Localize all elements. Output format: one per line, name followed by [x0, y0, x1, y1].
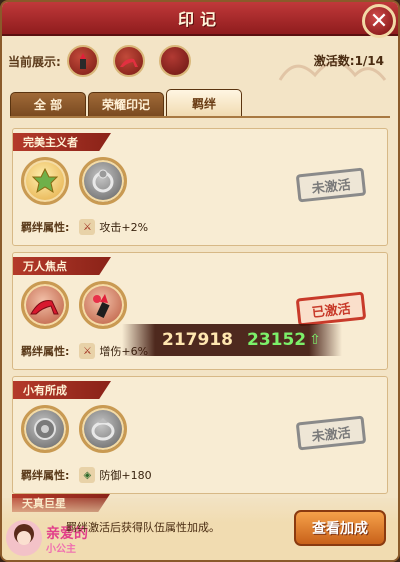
silver-ring-icon — [92, 169, 114, 193]
current-display-label: 当前展示: — [8, 54, 61, 69]
bond-badge[interactable] — [21, 157, 69, 205]
status-stamp: 未激活 — [295, 415, 367, 451]
bond-attribute-label: 羁绊属性: — [21, 221, 70, 234]
tab-glory-imprint[interactable]: 荣耀印记 — [88, 92, 164, 116]
bond-card-title: 完美主义者 — [13, 133, 111, 151]
bond-badge[interactable] — [21, 281, 69, 329]
bond-badge[interactable] — [79, 405, 127, 453]
power-change-toast: 217918 23152 ⇧ — [122, 324, 342, 356]
imprint-panel: 印记 ✕ 当前展示: 激活数:1/14 全 部 荣耀印记 羁绊 完美主义者 未激… — [0, 0, 400, 562]
power-gain: 23152 — [246, 330, 307, 350]
bond-attribute-value: 防御+180 — [99, 469, 152, 482]
view-bonus-button[interactable]: 查看加成 — [294, 510, 386, 546]
close-icon: ✕ — [369, 8, 389, 34]
status-stamp: 未激活 — [295, 167, 367, 203]
emblem-icon — [34, 418, 56, 440]
bond-badge[interactable] — [79, 157, 127, 205]
lipstick-icon — [93, 294, 110, 319]
power-total: 217918 — [162, 330, 233, 350]
shield-icon: ◈ — [79, 467, 96, 483]
high-heel-icon — [119, 58, 138, 67]
title-bar: 印记 — [2, 2, 398, 36]
footer-tip: 羁绊激活后获得队伍属性加成。 — [66, 521, 220, 534]
display-slot-heel[interactable] — [112, 45, 145, 77]
tab-all[interactable]: 全 部 — [10, 92, 86, 116]
bond-attribute-label: 羁绊属性: — [21, 469, 70, 482]
activation-count: 激活数:1/14 — [313, 54, 384, 68]
sword-icon: ⚔ — [79, 343, 96, 359]
bond-badges — [21, 281, 137, 329]
status-stamp: 已激活 — [295, 291, 367, 327]
sword-icon: ⚔ — [79, 219, 96, 235]
gold-medal-icon — [31, 167, 59, 194]
display-slot-lipstick[interactable] — [66, 45, 99, 77]
bond-card: 小有所成 未激活 羁绊属性: ◈ 防御+180 — [12, 376, 388, 494]
bond-card-title: 小有所成 — [13, 381, 111, 399]
high-heel-icon — [30, 300, 59, 315]
bond-card-title: 万人焦点 — [13, 257, 111, 275]
ring-icon — [91, 418, 115, 441]
bond-badges — [21, 157, 137, 205]
window-title: 印记 — [177, 10, 222, 29]
bond-badges — [21, 405, 137, 453]
bond-attribute-row: 羁绊属性: ◈ 防御+180 — [21, 467, 152, 483]
bond-attribute-label: 羁绊属性: — [21, 345, 70, 358]
tab-bar: 全 部 荣耀印记 羁绊 — [10, 89, 390, 118]
bond-attribute-value: 攻击+2% — [99, 221, 149, 234]
svg-text:小公主: 小公主 — [45, 542, 76, 555]
game-logo-icon: 亲爱的 小公主 — [6, 520, 88, 556]
up-arrow-icon: ⇧ — [309, 332, 321, 348]
tab-bond[interactable]: 羁绊 — [166, 89, 242, 116]
close-button[interactable]: ✕ — [362, 4, 396, 38]
bond-badge[interactable] — [79, 281, 127, 329]
bond-card: 完美主义者 未激活 羁绊属性: ⚔ 攻击+2% — [12, 128, 388, 246]
bond-attribute-row: 羁绊属性: ⚔ 攻击+2% — [21, 219, 148, 235]
bond-badge[interactable] — [21, 405, 69, 453]
lipstick-icon — [79, 53, 86, 69]
display-slot-empty[interactable] — [158, 45, 191, 77]
